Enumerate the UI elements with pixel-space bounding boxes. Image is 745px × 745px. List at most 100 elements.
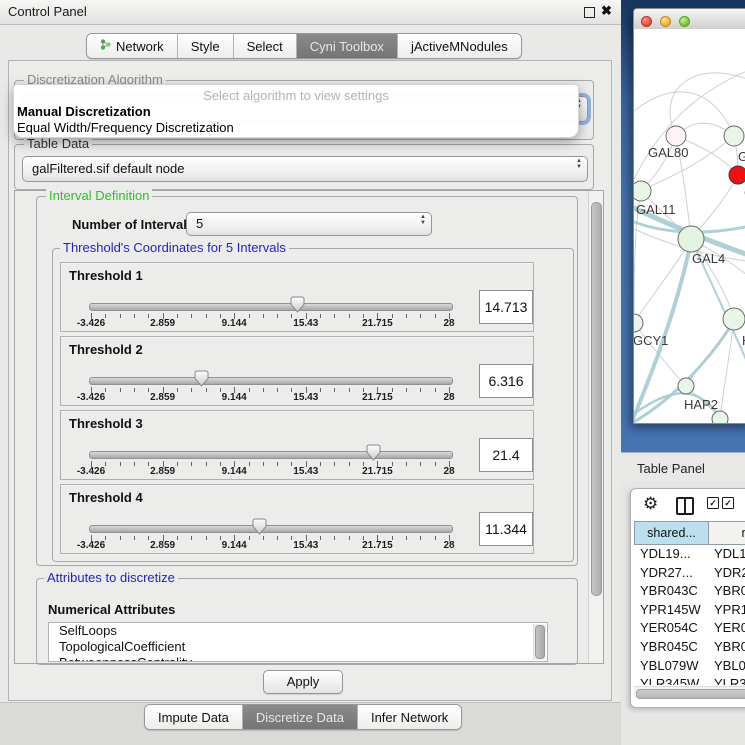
tick-mark xyxy=(349,536,350,540)
tab-discretize-data[interactable]: Discretize Data xyxy=(242,705,357,729)
apply-button[interactable]: Apply xyxy=(263,670,343,694)
dropdown-option-manual[interactable]: Manual Discretization xyxy=(17,104,151,119)
column-header-shared-name[interactable]: shared... xyxy=(634,521,709,545)
num-intervals-label: Number of Intervals xyxy=(72,217,194,232)
slider-track[interactable] xyxy=(89,525,453,533)
network-window[interactable]: GAL80 GA C GAL11 GAL4 GCY1 H HAP2 xyxy=(633,8,745,424)
numerical-attributes-list[interactable]: SelfLoopsTopologicalCoefficientBetweenne… xyxy=(48,622,548,662)
attribute-list-item[interactable]: BetweennessCentrality xyxy=(49,655,547,662)
cell-name: YBR0 xyxy=(714,638,745,657)
node-bottom[interactable] xyxy=(712,411,728,423)
table-row[interactable]: YBL079WYBL0 xyxy=(634,657,745,676)
cell-name: YDR2 xyxy=(714,564,745,583)
tab-infer-network[interactable]: Infer Network xyxy=(357,705,461,729)
network-canvas[interactable]: GAL80 GA C GAL11 GAL4 GCY1 H HAP2 xyxy=(634,29,745,423)
attribute-list-item[interactable]: SelfLoops xyxy=(49,623,547,639)
float-window-icon[interactable] xyxy=(584,7,595,18)
node-gal11[interactable] xyxy=(634,181,651,201)
tick-mark xyxy=(406,314,407,318)
checkbox-icon-1[interactable]: ✓ xyxy=(707,497,719,509)
network-icon xyxy=(100,38,111,54)
tick-mark xyxy=(191,462,192,466)
node-top-right[interactable] xyxy=(724,126,744,146)
interval-definition-title: Interval Definition xyxy=(46,189,152,202)
table-data-group-title: Table Data xyxy=(24,137,92,150)
node-hap2[interactable] xyxy=(678,378,694,394)
tick-mark xyxy=(191,536,192,540)
attribute-list-item[interactable]: TopologicalCoefficient xyxy=(49,639,547,655)
threshold-value-field[interactable]: 11.344 xyxy=(479,512,533,546)
dropdown-option-equal-width[interactable]: Equal Width/Frequency Discretization xyxy=(17,120,234,135)
zoom-traffic-light[interactable] xyxy=(679,16,690,27)
slider-thumb[interactable] xyxy=(194,370,209,387)
num-intervals-value: 5 xyxy=(196,216,203,231)
checkbox-icon-2[interactable]: ✓ xyxy=(722,497,734,509)
tick-mark xyxy=(191,388,192,392)
close-traffic-light[interactable] xyxy=(641,16,652,27)
threshold-value-field[interactable]: 14.713 xyxy=(479,290,533,324)
tick-mark xyxy=(349,314,350,318)
tick-mark xyxy=(134,314,135,318)
table-data-combobox[interactable]: galFiltered.sif default node ▲▼ xyxy=(22,156,588,182)
network-window-titlebar[interactable] xyxy=(634,9,745,30)
tick-mark xyxy=(134,536,135,540)
panel-title: Control Panel xyxy=(8,4,87,19)
tab-jactivemnodules[interactable]: jActiveMNodules xyxy=(397,34,521,58)
columns-icon[interactable] xyxy=(676,497,694,515)
close-icon[interactable]: ✖ xyxy=(601,3,612,19)
algorithm-dropdown-popup: Select algorithm to view settings Manual… xyxy=(13,84,579,138)
table-row[interactable]: YBR045CYBR0 xyxy=(634,638,745,657)
table-header: shared... na xyxy=(634,521,745,545)
tick-mark xyxy=(334,314,335,318)
node-gal4[interactable] xyxy=(678,226,704,252)
tick-label: 21.715 xyxy=(353,466,401,477)
threshold-value-field[interactable]: 21.4 xyxy=(479,438,533,472)
table-row[interactable]: YBR043CYBR0 xyxy=(634,582,745,601)
threshold-value-field[interactable]: 6.316 xyxy=(479,364,533,398)
scrollbar-thumb[interactable] xyxy=(591,202,602,596)
table-row[interactable]: YDL19...YDL1 xyxy=(634,545,745,564)
node-gal80[interactable] xyxy=(666,126,686,146)
dropdown-prompt: Select algorithm to view settings xyxy=(14,88,578,103)
tick-mark xyxy=(120,536,121,540)
node-label-gal11: GAL11 xyxy=(636,202,676,217)
slider-track[interactable] xyxy=(89,303,453,311)
gear-icon[interactable]: ⚙ xyxy=(643,494,658,514)
tab-network[interactable]: Network xyxy=(87,34,177,58)
scrollbar-thumb[interactable] xyxy=(535,625,545,659)
table-row[interactable]: YDR27...YDR2 xyxy=(634,564,745,583)
tick-label: 15.43 xyxy=(282,466,330,477)
node-gcy1[interactable] xyxy=(634,314,643,332)
slider-thumb[interactable] xyxy=(366,444,381,461)
slider-track[interactable] xyxy=(89,377,453,385)
tick-mark xyxy=(263,314,264,318)
horizontal-scrollbar[interactable] xyxy=(634,686,745,698)
slider-thumb[interactable] xyxy=(290,296,305,313)
tab-style[interactable]: Style xyxy=(177,34,233,58)
tab-cyni-toolbox[interactable]: Cyni Toolbox xyxy=(296,34,397,58)
table-row[interactable]: YER054CYER0 xyxy=(634,619,745,638)
column-header-name[interactable]: na xyxy=(709,521,745,545)
tick-label: 21.715 xyxy=(353,392,401,403)
node-label-gal4: GAL4 xyxy=(692,251,725,266)
scrollbar-thumb[interactable] xyxy=(636,689,745,699)
attributes-group-title: Attributes to discretize xyxy=(44,571,178,584)
cell-name: YBR0 xyxy=(714,582,745,601)
cell-shared-name: YLR345W xyxy=(640,675,699,685)
num-intervals-combobox[interactable]: 5 ▲▼ xyxy=(186,212,432,236)
slider-track[interactable] xyxy=(89,451,453,459)
list-scrollbar[interactable] xyxy=(533,624,546,660)
node-red-selected[interactable] xyxy=(729,166,745,184)
node-label-g-clipped: GA xyxy=(738,149,745,164)
slider-thumb[interactable] xyxy=(252,518,267,535)
tab-select[interactable]: Select xyxy=(233,34,296,58)
tick-label: 28 xyxy=(425,540,473,551)
table-row[interactable]: YLR345WYLR3 xyxy=(634,675,745,685)
table-row[interactable]: YPR145WYPR1 xyxy=(634,601,745,620)
minimize-traffic-light[interactable] xyxy=(660,16,671,27)
tab-impute-data[interactable]: Impute Data xyxy=(145,705,242,729)
tick-mark xyxy=(406,388,407,392)
tick-mark xyxy=(206,388,207,392)
node-h[interactable] xyxy=(723,308,745,330)
vertical-scrollbar[interactable] xyxy=(588,191,603,663)
